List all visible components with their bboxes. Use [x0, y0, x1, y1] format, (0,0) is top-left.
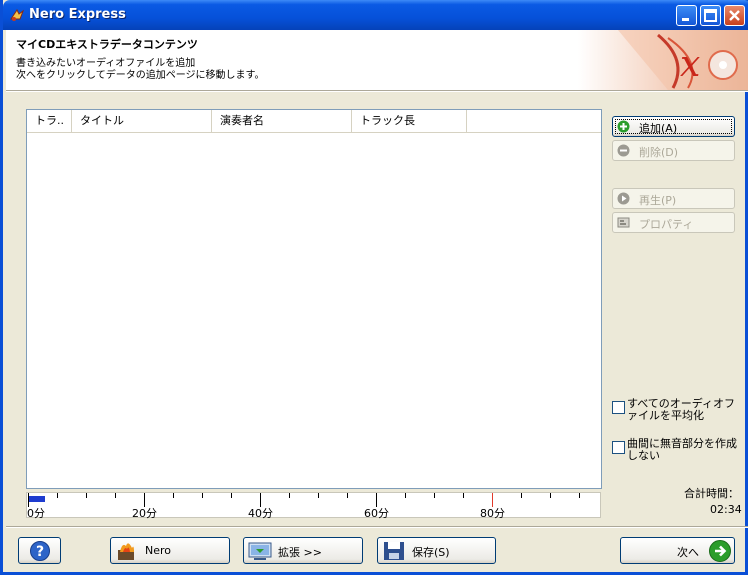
next-arrow-icon: [709, 540, 731, 562]
close-icon: [729, 10, 740, 21]
column-track[interactable]: トラ..: [27, 110, 72, 132]
save-label: 保存(S): [412, 546, 450, 559]
page-description: 書き込みたいオーディオファイルを追加 次へをクリックしてデータの追加ページに移動…: [16, 58, 265, 82]
column-artist[interactable]: 演奏者名: [212, 110, 352, 132]
column-track-length[interactable]: トラック長: [352, 110, 467, 132]
title-bar[interactable]: Nero Express: [3, 0, 748, 30]
ruler-tick: [115, 493, 116, 498]
audio-file-list[interactable]: トラ.. タイトル 演奏者名 トラック長: [26, 109, 602, 489]
header-divider: [6, 90, 748, 92]
ruler-label: 60分: [364, 507, 389, 520]
ruler-tick: [521, 493, 522, 498]
ruler-tick: [463, 493, 464, 498]
ruler-tick: [289, 493, 290, 498]
svg-text:x: x: [680, 44, 700, 85]
add-label: 追加(A): [639, 122, 678, 135]
no-pause-checkbox[interactable]: [612, 441, 625, 454]
maximize-icon: [704, 9, 717, 22]
list-header: トラ.. タイトル 演奏者名 トラック長: [27, 110, 601, 133]
remove-icon: [617, 144, 630, 157]
description-line-1: 書き込みたいオーディオファイルを追加: [16, 58, 196, 69]
maximize-button[interactable]: [700, 5, 721, 26]
ruler-tick: [173, 493, 174, 498]
play-icon: [617, 192, 630, 205]
nero-button[interactable]: Nero: [110, 537, 230, 564]
expand-label: 拡張 >>: [278, 546, 322, 559]
next-button[interactable]: 次へ: [620, 537, 735, 564]
ruler-tick: [579, 493, 580, 498]
description-line-2: 次へをクリックしてデータの追加ページに移動します。: [16, 70, 265, 81]
nero-label: Nero: [145, 544, 172, 557]
ruler-tick: [405, 493, 406, 498]
next-label: 次へ: [677, 546, 699, 559]
nero-flame-icon: [118, 543, 134, 560]
help-button[interactable]: ?: [18, 537, 61, 564]
no-pause-label: 曲間に無音部分を作成しない: [627, 437, 737, 462]
disc-capacity-bar: 0分 20分 40分 60分 80分: [26, 492, 601, 520]
ruler-tick: [202, 493, 203, 498]
floppy-disk-icon: [384, 542, 404, 560]
minimize-icon: [682, 18, 689, 21]
play-button[interactable]: 再生(P): [612, 188, 735, 209]
total-time-label: 合計時間：: [684, 487, 739, 500]
column-title[interactable]: タイトル: [72, 110, 212, 132]
save-button[interactable]: 保存(S): [377, 537, 496, 564]
capacity-used-fill: [28, 496, 45, 502]
expand-button[interactable]: 拡張 >>: [243, 537, 363, 564]
play-label: 再生(P): [639, 194, 677, 207]
minimize-button[interactable]: [676, 5, 697, 26]
ruler-tick: [550, 493, 551, 498]
nero-express-window: Nero Express マイCDエキストラデータコンテンツ 書き込みたいオーデ…: [0, 0, 748, 575]
total-time-value: 02:34: [710, 503, 742, 516]
page-header: マイCDエキストラデータコンテンツ 書き込みたいオーディオファイルを追加 次へを…: [6, 30, 748, 90]
ruler-label: 80分: [480, 507, 505, 520]
no-pause-option[interactable]: 曲間に無音部分を作成しない: [612, 437, 737, 464]
normalize-option[interactable]: すべてのオーディオファイルを平均化: [612, 398, 735, 424]
svg-text:?: ?: [36, 544, 44, 560]
properties-label: プロパティ: [639, 218, 694, 231]
footer-divider: [6, 526, 748, 528]
ruler-label: 40分: [248, 507, 273, 520]
ruler-tick: [231, 493, 232, 498]
ruler-tick: [347, 493, 348, 498]
delete-button[interactable]: 削除(D): [612, 140, 735, 161]
close-button[interactable]: [724, 5, 745, 26]
properties-button[interactable]: プロパティ: [612, 212, 735, 233]
expand-icon: [248, 542, 272, 560]
delete-label: 削除(D): [639, 146, 679, 159]
window-title: Nero Express: [29, 7, 126, 22]
add-icon: [617, 120, 630, 133]
help-icon: ?: [30, 541, 50, 561]
ruler-tick: [57, 493, 58, 498]
normalize-label: すべてのオーディオファイルを平均化: [627, 397, 736, 422]
ruler-tick: [318, 493, 319, 498]
ruler-label: 0分: [27, 507, 45, 520]
add-button[interactable]: 追加(A): [612, 116, 735, 137]
ruler-label: 20分: [132, 507, 157, 520]
properties-icon: [617, 217, 630, 228]
page-title: マイCDエキストラデータコンテンツ: [16, 38, 198, 51]
ruler-tick: [434, 493, 435, 498]
ruler-tick: [86, 493, 87, 498]
nero-app-icon: [10, 9, 25, 21]
nero-banner-art: x: [578, 30, 748, 90]
normalize-checkbox[interactable]: [612, 401, 625, 414]
